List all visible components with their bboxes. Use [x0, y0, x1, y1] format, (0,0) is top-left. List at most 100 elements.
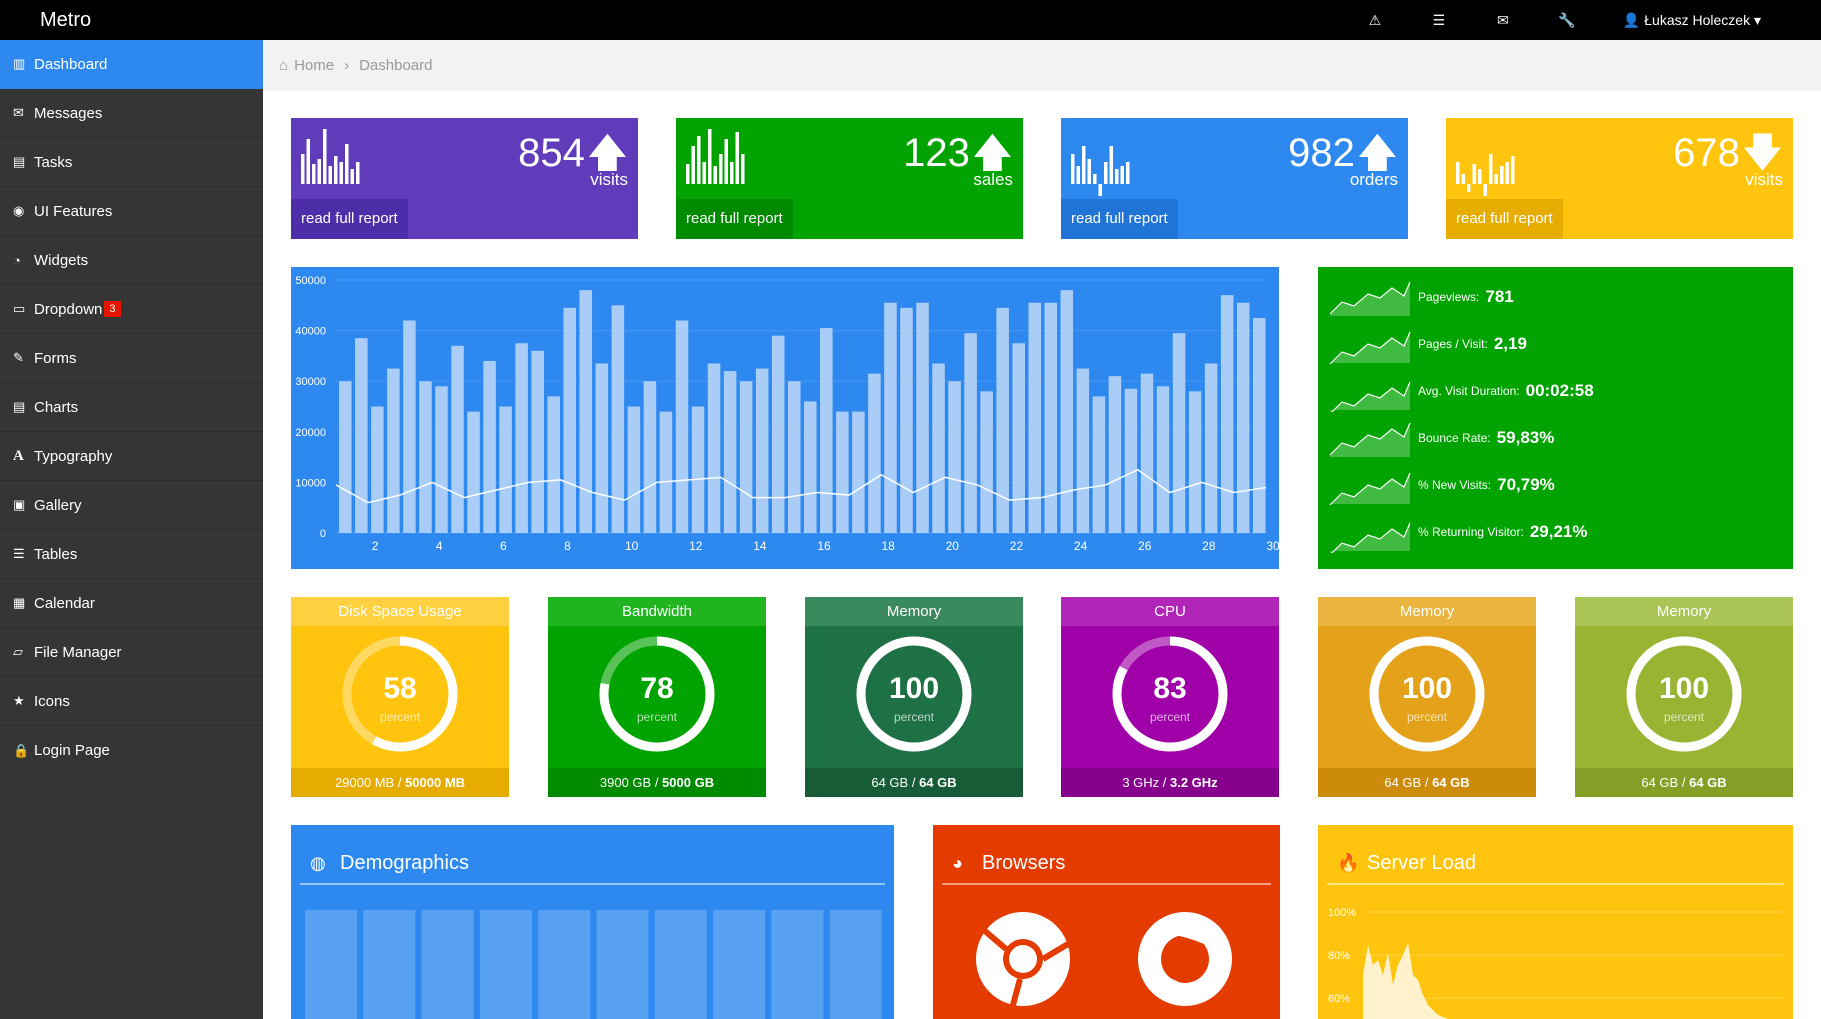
- sidebar-item-dropdown[interactable]: ▭ Dropdown 3: [0, 285, 263, 334]
- x-tick-label: 4: [436, 539, 443, 553]
- chart-bar[interactable]: [1156, 386, 1170, 533]
- wrench-icon[interactable]: 🔧: [1535, 12, 1599, 29]
- sidebar-item-tasks[interactable]: ▤ Tasks: [0, 138, 263, 187]
- sidebar-item-label: File Manager: [34, 643, 122, 661]
- chart-bar[interactable]: [355, 338, 368, 533]
- chart-bar[interactable]: [547, 396, 560, 533]
- circle-stat-used: 3 GHz /: [1122, 775, 1170, 790]
- chart-bar[interactable]: [1108, 376, 1122, 533]
- brand-logo[interactable]: Metro: [40, 0, 91, 40]
- sidebar-item-messages[interactable]: ✉ Messages: [0, 89, 263, 138]
- chart-bar[interactable]: [675, 320, 689, 533]
- sidebar-item-typography[interactable]: A Typography: [0, 432, 263, 481]
- chart-bar[interactable]: [1236, 302, 1250, 533]
- caret-down-icon: ▾: [1753, 11, 1761, 28]
- chart-bar[interactable]: [916, 302, 929, 533]
- chart-bar[interactable]: [1140, 373, 1154, 533]
- sidebar-item-gallery[interactable]: ▣ Gallery: [0, 481, 263, 530]
- chart-bar[interactable]: [1124, 388, 1138, 533]
- chart-bar[interactable]: [483, 360, 496, 533]
- sidebar-item-file-manager[interactable]: ▱ File Manager: [0, 628, 263, 677]
- chart-bar[interactable]: [739, 381, 753, 533]
- y-tick-label: 40000: [295, 326, 326, 338]
- chart-bar[interactable]: [627, 406, 641, 534]
- sidebar-item-widgets[interactable]: ◔ Widgets: [0, 236, 263, 285]
- stat-row: Pageviews: 781: [1328, 276, 1514, 318]
- chart-bar[interactable]: [499, 406, 512, 534]
- sparkline-bar: [708, 129, 712, 184]
- sidebar-item-label: Login Page: [34, 742, 110, 759]
- chart-bar[interactable]: [387, 368, 400, 533]
- chart-bar[interactable]: [964, 333, 977, 533]
- chart-bar[interactable]: [451, 345, 464, 533]
- chart-bar[interactable]: [884, 302, 897, 533]
- chart-bar[interactable]: [820, 328, 833, 533]
- chart-bar[interactable]: [771, 335, 785, 533]
- chart-bar[interactable]: [707, 363, 721, 533]
- sparkline-bar: [334, 156, 338, 184]
- chart-bar[interactable]: [563, 307, 577, 533]
- chart-bar[interactable]: [852, 411, 865, 533]
- chart-bar[interactable]: [531, 350, 544, 533]
- chart-bar[interactable]: [755, 368, 769, 533]
- chart-bar[interactable]: [723, 371, 737, 533]
- chart-bar[interactable]: [419, 381, 432, 533]
- chart-bar[interactable]: [1220, 295, 1234, 533]
- read-full-report-link[interactable]: read full report: [676, 199, 793, 239]
- sidebar-item-login-page[interactable]: 🔒 Login Page: [0, 726, 263, 775]
- stat-label: % Returning Visitor:: [1418, 525, 1524, 539]
- warning-icon[interactable]: ⚠: [1343, 12, 1407, 29]
- sidebar-item-tables[interactable]: ☰ Tables: [0, 530, 263, 579]
- chart-bar[interactable]: [1172, 333, 1186, 533]
- chart-bar[interactable]: [659, 411, 673, 533]
- chart-bar[interactable]: [932, 363, 945, 533]
- sidebar-item-forms[interactable]: ✎ Forms: [0, 334, 263, 383]
- chart-bar[interactable]: [467, 411, 480, 533]
- chart-bar[interactable]: [980, 391, 993, 533]
- chart-bar[interactable]: [804, 401, 817, 533]
- chart-bar[interactable]: [900, 307, 913, 533]
- sidebar-item-label: Gallery: [34, 496, 82, 514]
- circle-stat-unit: percent: [893, 710, 935, 724]
- chart-bar[interactable]: [515, 343, 528, 533]
- chart-bar[interactable]: [948, 381, 961, 533]
- user-menu[interactable]: 👤 Łukasz Holeczek ▾: [1623, 12, 1761, 29]
- sparkline-bar: [1494, 174, 1498, 184]
- chart-bar[interactable]: [1188, 391, 1202, 533]
- sidebar-item-ui-features[interactable]: ◉ UI Features: [0, 187, 263, 236]
- stat-value: 854: [518, 131, 585, 175]
- chart-bar[interactable]: [868, 373, 881, 533]
- chart-bar[interactable]: [836, 411, 849, 533]
- stat-value: 982: [1288, 131, 1355, 175]
- circle-stat-unit: percent: [379, 710, 421, 724]
- chart-bar[interactable]: [1012, 343, 1025, 533]
- server-load-box: 🔥 Server Load 100% 80% 60%: [1318, 825, 1793, 1019]
- chart-bar[interactable]: [1076, 368, 1090, 533]
- chart-bar[interactable]: [1092, 396, 1106, 533]
- circle-stat-footer: 64 GB / 64 GB: [1318, 768, 1536, 797]
- read-full-report-link[interactable]: read full report: [291, 199, 408, 239]
- circle-stat-tile: CPU 83 percent 3 GHz / 3.2 GHz: [1061, 597, 1279, 797]
- chart-bar[interactable]: [787, 381, 801, 533]
- chart-bar[interactable]: [1060, 290, 1074, 533]
- chart-bar[interactable]: [1044, 302, 1058, 533]
- chart-bar[interactable]: [579, 290, 593, 533]
- chart-bar[interactable]: [1204, 363, 1218, 533]
- read-full-report-link[interactable]: read full report: [1446, 199, 1563, 239]
- sidebar-item-calendar[interactable]: ▦ Calendar: [0, 579, 263, 628]
- list-icon[interactable]: ☰: [1407, 12, 1471, 29]
- sidebar-item-charts[interactable]: ▤ Charts: [0, 383, 263, 432]
- sidebar-item-dashboard[interactable]: ▥ Dashboard: [0, 40, 263, 89]
- read-full-report-link[interactable]: read full report: [1061, 199, 1178, 239]
- chart-bar[interactable]: [643, 381, 657, 533]
- chart-bar[interactable]: [595, 363, 609, 533]
- breadcrumb-home[interactable]: Home: [294, 57, 334, 74]
- chart-bar[interactable]: [691, 406, 705, 534]
- envelope-icon[interactable]: ✉: [1471, 12, 1535, 29]
- chart-bar[interactable]: [339, 381, 352, 533]
- chart-bar[interactable]: [1252, 317, 1266, 533]
- sidebar-item-icons[interactable]: ★ Icons: [0, 677, 263, 726]
- chart-bar[interactable]: [371, 406, 384, 534]
- chart-bar[interactable]: [403, 320, 416, 533]
- chart-bar[interactable]: [435, 386, 448, 533]
